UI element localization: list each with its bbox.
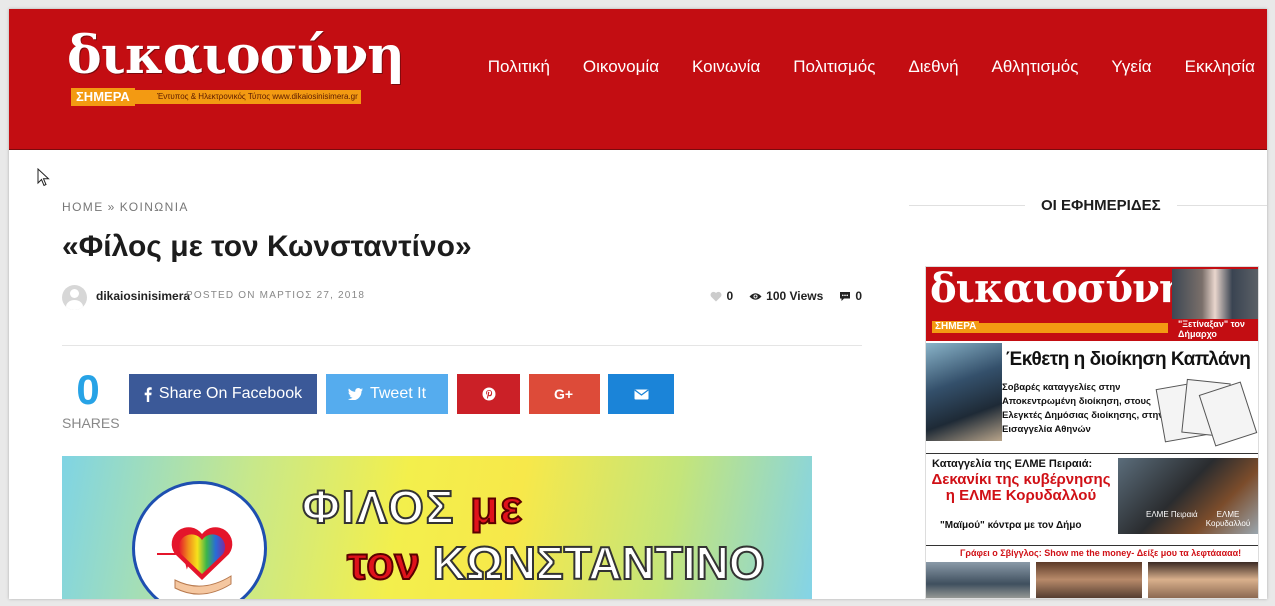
second-story-kicker: Καταγγελία της ΕΛΜΕ Πειραιά: bbox=[932, 458, 1093, 470]
third-story-headline: Γράφει ο Σβίγγλος: Show me the money- Δε… bbox=[960, 548, 1242, 558]
like-button[interactable]: 0 bbox=[710, 289, 733, 303]
mouse-cursor-icon bbox=[37, 168, 50, 187]
documents-graphic bbox=[1155, 377, 1258, 447]
masthead-caption: "Ξετίναξαν" τον Δήμαρχο bbox=[1178, 319, 1245, 339]
newspaper-second-story: Καταγγελία της ΕΛΜΕ Πειραιά: Δεκανίκι τη… bbox=[926, 453, 1258, 539]
article-stats: 0 100 Views 0 bbox=[710, 289, 862, 303]
nav-item-ygeia[interactable]: Υγεία bbox=[1111, 57, 1151, 77]
logo-wordmark: δικαιοσύνη bbox=[67, 25, 405, 86]
article-title: «Φίλος με τον Κωνσταντίνο» bbox=[62, 230, 472, 263]
newspaper-third-story: Γράφει ο Σβίγγλος: Show me the money- Δε… bbox=[926, 545, 1258, 598]
eye-icon bbox=[749, 292, 762, 300]
nav-item-ekklisia[interactable]: Εκκλησία bbox=[1185, 57, 1255, 77]
author-name[interactable]: dikaiosinisimera bbox=[96, 289, 190, 303]
share-googleplus-button[interactable]: G+ bbox=[529, 374, 600, 414]
browser-page: δικαιοσύνη ΣΗΜΕΡΑ Έντυπος & Ηλεκτρονικός… bbox=[9, 9, 1267, 599]
views-counter: 100 Views bbox=[749, 289, 823, 303]
nav-item-politiki[interactable]: Πολιτική bbox=[488, 57, 550, 77]
banner-line-1: ΦΙΛΟΣ με bbox=[301, 480, 525, 534]
twitter-icon bbox=[347, 388, 363, 400]
share-twitter-label: Tweet It bbox=[369, 385, 427, 402]
share-facebook-button[interactable]: Share On Facebook bbox=[129, 374, 317, 414]
lead-story-photo bbox=[926, 343, 1002, 441]
banner-line-2-text: ΚΩΝΣΤΑΝΤΙΝΟ bbox=[432, 536, 766, 590]
share-email-button[interactable] bbox=[608, 374, 674, 414]
author-avatar[interactable] bbox=[62, 285, 87, 310]
banner-line-1-text: ΦΙΛΟΣ bbox=[301, 480, 471, 534]
photo-label-left: ΕΛΜΕ Πειραιά bbox=[1146, 510, 1198, 519]
meta-divider bbox=[62, 345, 862, 346]
heart-hand-emblem-icon bbox=[157, 527, 233, 595]
comments-link[interactable]: 0 bbox=[839, 289, 862, 303]
share-facebook-label: Share On Facebook bbox=[158, 385, 303, 402]
comment-icon bbox=[840, 291, 851, 301]
nav-item-oikonomia[interactable]: Οικονομία bbox=[583, 57, 659, 77]
newspaper-lead-story: Έκθετη η διοίκηση Καπλάνη Σοβαρές καταγγ… bbox=[926, 343, 1258, 449]
photo-label-right: ΕΛΜΕ Κορυδαλλού bbox=[1205, 510, 1251, 528]
share-count-label: SHARES bbox=[62, 415, 120, 431]
envelope-icon bbox=[633, 388, 649, 399]
main-nav: Πολιτική Οικονομία Κοινωνία Πολιτισμός Δ… bbox=[488, 57, 1255, 77]
third-story-photo-3 bbox=[1148, 562, 1258, 598]
facebook-icon bbox=[144, 386, 152, 402]
nav-item-diethni[interactable]: Διεθνή bbox=[908, 57, 958, 77]
second-story-headline: Δεκανίκι της κυβέρνησης η ΕΛΜΕ Κορυδαλλο… bbox=[931, 471, 1111, 504]
lead-story-headline: Έκθετη η διοίκηση Καπλάνη bbox=[1006, 349, 1251, 370]
document-3 bbox=[1198, 381, 1258, 447]
banner-line-1-accent: με bbox=[469, 480, 525, 534]
breadcrumb: HOME» ΚΟΙΝΩΝΙΑ bbox=[62, 200, 189, 214]
views-count: 100 Views bbox=[766, 289, 824, 303]
post-date: POSTED ON ΜΑΡΤΙΟΣ 27, 2018 bbox=[186, 290, 366, 301]
nav-item-koinonia[interactable]: Κοινωνία bbox=[692, 57, 760, 77]
breadcrumb-current[interactable]: ΚΟΙΝΩΝΙΑ bbox=[120, 200, 189, 214]
banner-line-2-accent: τον bbox=[346, 536, 433, 590]
nav-item-politismos[interactable]: Πολιτισμός bbox=[793, 57, 875, 77]
pinterest-icon bbox=[482, 387, 495, 401]
site-logo[interactable]: δικαιοσύνη ΣΗΜΕΡΑ Έντυπος & Ηλεκτρονικός… bbox=[67, 25, 405, 111]
nav-item-athlitismos[interactable]: Αθλητισμός bbox=[992, 57, 1079, 77]
like-count: 0 bbox=[726, 289, 734, 303]
newspaper-subtitle: ΣΗΜΕΡΑ bbox=[932, 321, 980, 332]
newspaper-wordmark: δικαιοσύνη bbox=[930, 266, 1188, 312]
sidebar-title: ΟΙ ΕΦΗΜΕΡΙΔΕΣ bbox=[1025, 197, 1177, 214]
breadcrumb-separator: » bbox=[107, 200, 116, 214]
share-pinterest-button[interactable] bbox=[457, 374, 520, 414]
banner-line-2: τον ΚΩΝΣΤΑΝΤΙΝΟ bbox=[346, 536, 766, 590]
breadcrumb-home[interactable]: HOME bbox=[62, 200, 104, 214]
share-counter: 0 SHARES bbox=[62, 366, 120, 432]
logo-tagline: Έντυπος & Ηλεκτρονικός Τύπος www.dikaios… bbox=[157, 92, 358, 101]
article-featured-image: ΦΙΛΟΣ με τον ΚΩΝΣΤΑΝΤΙΝΟ bbox=[62, 456, 812, 599]
heart-icon bbox=[710, 291, 722, 301]
newspaper-masthead: δικαιοσύνη ΣΗΜΕΡΑ "Ξετίναξαν" τον Δήμαρχ… bbox=[926, 266, 1258, 341]
newspaper-front-page[interactable]: δικαιοσύνη ΣΗΜΕΡΑ "Ξετίναξαν" τον Δήμαρχ… bbox=[925, 266, 1259, 599]
third-story-photo-1 bbox=[926, 562, 1030, 598]
masthead-photo bbox=[1172, 269, 1258, 319]
organization-emblem bbox=[132, 481, 267, 599]
svg-text:G+: G+ bbox=[554, 387, 573, 401]
article-meta: dikaiosinisimera POSTED ON ΜΑΡΤΙΟΣ 27, 2… bbox=[62, 285, 862, 311]
second-story-subhead: "Μαϊμού" κόντρα με τον Δήμο bbox=[940, 520, 1082, 531]
google-plus-icon: G+ bbox=[554, 387, 573, 401]
share-count: 0 bbox=[76, 366, 100, 413]
comment-count: 0 bbox=[855, 289, 862, 303]
share-twitter-button[interactable]: Tweet It bbox=[326, 374, 448, 414]
logo-subtitle: ΣΗΜΕΡΑ bbox=[71, 88, 135, 106]
third-story-photo-2 bbox=[1036, 562, 1142, 598]
site-header: δικαιοσύνη ΣΗΜΕΡΑ Έντυπος & Ηλεκτρονικός… bbox=[9, 9, 1267, 150]
